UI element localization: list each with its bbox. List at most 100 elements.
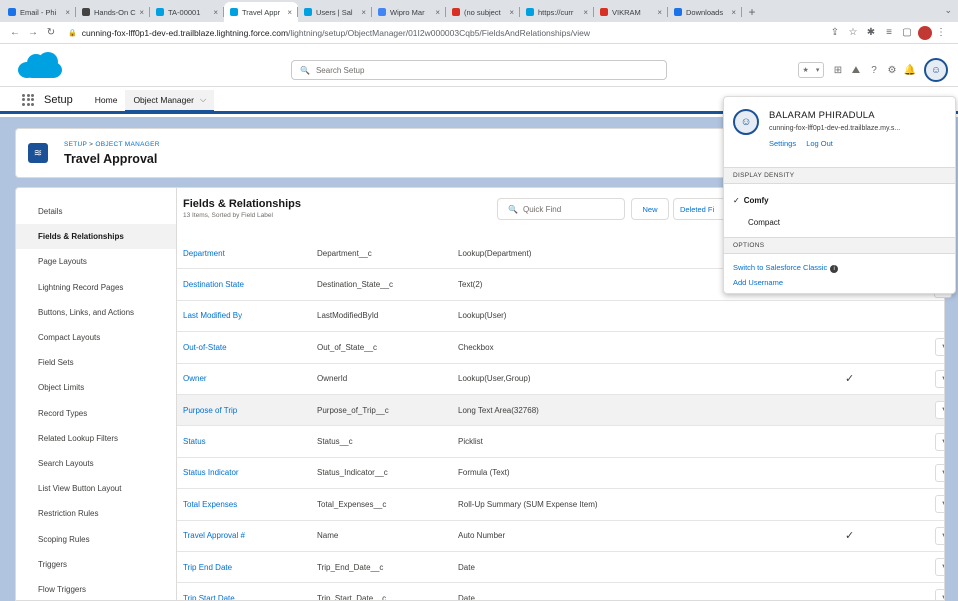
sidebar-item[interactable]: Buttons, Links, and Actions xyxy=(16,300,176,325)
browser-menu-icon[interactable]: ⋮ xyxy=(932,27,950,38)
sidebar-item[interactable]: Flow Triggers xyxy=(16,577,176,600)
row-actions-button[interactable]: ▼ xyxy=(935,558,944,577)
nav-tab-home[interactable]: Home xyxy=(87,88,126,111)
options-header: OPTIONS xyxy=(724,237,955,254)
add-username-link[interactable]: Add Username xyxy=(733,278,783,287)
row-actions-button[interactable]: ▼ xyxy=(935,432,944,451)
tab-close-icon[interactable]: × xyxy=(509,8,514,17)
field-label-link[interactable]: Trip End Date xyxy=(183,563,232,572)
density-compact-option[interactable]: Compact xyxy=(748,218,780,227)
nav-tab-object-manager[interactable]: Object Manager ⌵ xyxy=(125,89,215,113)
sidebar-item[interactable]: Record Types xyxy=(16,401,176,426)
trailhead-icon[interactable]: ⛰ xyxy=(848,62,864,78)
field-label-link[interactable]: Out-of-State xyxy=(183,343,227,352)
density-comfy-label: Comfy xyxy=(743,196,769,205)
row-actions-button[interactable]: ▼ xyxy=(935,338,944,357)
field-label-link[interactable]: Purpose of Trip xyxy=(183,406,237,415)
browser-tab[interactable]: VIKRAM × xyxy=(594,2,668,22)
global-actions-icon[interactable]: ⊞ xyxy=(830,62,846,78)
tab-close-icon[interactable]: × xyxy=(213,8,218,17)
notifications-bell-icon[interactable]: 🔔 xyxy=(902,62,918,78)
browser-tab[interactable]: Hands-On C × xyxy=(76,2,150,22)
new-tab-icon[interactable]: + xyxy=(742,2,762,22)
tab-close-icon[interactable]: × xyxy=(435,8,440,17)
sidebar-item[interactable]: Related Lookup Filters xyxy=(16,426,176,451)
quick-find-input[interactable]: 🔍 Quick Find xyxy=(497,198,625,220)
breadcrumb-object-manager[interactable]: OBJECT MANAGER xyxy=(95,141,159,148)
density-comfy-option[interactable]: ✓ Comfy xyxy=(733,196,769,205)
tab-search-icon[interactable]: ⌄ xyxy=(944,5,952,16)
sidebar-item[interactable]: Triggers xyxy=(16,552,176,577)
setup-search-input[interactable]: 🔍 Search Setup xyxy=(291,60,667,80)
field-label-link[interactable]: Total Expenses xyxy=(183,500,237,509)
sidebar-item[interactable]: Details xyxy=(16,199,176,224)
row-actions-button[interactable]: ▼ xyxy=(935,526,944,545)
sidebar-item[interactable]: Fields & Relationships xyxy=(16,224,176,250)
browser-tab[interactable]: Downloads × xyxy=(668,2,742,22)
tab-close-icon[interactable]: × xyxy=(657,8,662,17)
list-subtitle: 13 Items, Sorted by Field Label xyxy=(183,212,273,219)
gear-icon[interactable]: ⚙ xyxy=(884,62,900,78)
field-label-link[interactable]: Owner xyxy=(183,374,207,383)
field-label-link[interactable]: Trip Start Date xyxy=(183,594,235,600)
tab-favicon-icon xyxy=(82,8,90,16)
user-avatar-button[interactable]: ☺ xyxy=(924,58,948,82)
reading-list-icon[interactable]: ≡ xyxy=(880,27,898,38)
share-icon[interactable]: ⇪ xyxy=(826,27,844,38)
field-label-link[interactable]: Destination State xyxy=(183,280,244,289)
row-actions-button[interactable]: ▼ xyxy=(935,495,944,514)
row-actions-button[interactable]: ▼ xyxy=(935,369,944,388)
app-launcher-icon[interactable] xyxy=(22,93,34,106)
back-icon[interactable]: ← xyxy=(8,27,22,38)
extensions-icon[interactable]: ✱ xyxy=(862,27,880,38)
settings-link[interactable]: Settings xyxy=(769,139,796,148)
sidebar-item[interactable]: List View Button Layout xyxy=(16,476,176,501)
tab-close-icon[interactable]: × xyxy=(139,8,144,17)
tab-close-icon[interactable]: × xyxy=(731,8,736,17)
sidebar-item[interactable]: Object Limits xyxy=(16,375,176,400)
url-field[interactable]: 🔒 cunning-fox-lff0p1-dev-ed.trailblaze.l… xyxy=(62,24,826,42)
tab-close-icon[interactable]: × xyxy=(361,8,366,17)
browser-tab[interactable]: https://curr × xyxy=(520,2,594,22)
sidebar-item[interactable]: Page Layouts xyxy=(16,249,176,274)
logout-link[interactable]: Log Out xyxy=(806,139,833,148)
browser-tab[interactable]: TA-00001 × xyxy=(150,2,224,22)
tab-title: VIKRAM xyxy=(612,7,641,17)
favorites-button[interactable]: ★ ▾ xyxy=(798,62,824,78)
split-view-icon[interactable]: ▢ xyxy=(898,27,916,38)
browser-tab[interactable]: (no subject × xyxy=(446,2,520,22)
field-label-link[interactable]: Travel Approval # xyxy=(183,531,245,540)
sidebar-item[interactable]: Restriction Rules xyxy=(16,501,176,526)
sidebar-item[interactable]: Search Layouts xyxy=(16,451,176,476)
help-icon[interactable]: ? xyxy=(866,62,882,78)
sidebar-item[interactable]: Compact Layouts xyxy=(16,325,176,350)
browser-tab[interactable]: Email - Phi × xyxy=(2,2,76,22)
field-data-type: Auto Number xyxy=(458,531,506,541)
browser-tab[interactable]: Users | Sal × xyxy=(298,2,372,22)
field-label-link[interactable]: Status xyxy=(183,437,206,446)
tab-close-icon[interactable]: × xyxy=(583,8,588,17)
browser-tab[interactable]: Travel Appr × xyxy=(224,2,298,22)
field-label-link[interactable]: Status Indicator xyxy=(183,468,239,477)
sidebar-item[interactable]: Field Sets xyxy=(16,350,176,375)
sidebar-item[interactable]: Scoping Rules xyxy=(16,526,176,551)
salesforce-logo[interactable] xyxy=(18,52,62,80)
new-field-button[interactable]: New xyxy=(631,198,669,220)
breadcrumb-setup[interactable]: SETUP xyxy=(64,141,87,148)
bookmark-star-icon[interactable]: ☆ xyxy=(844,27,862,38)
forward-icon[interactable]: → xyxy=(26,27,40,38)
reload-icon[interactable]: ↻ xyxy=(44,27,58,38)
nav-tab-object-manager-label: Object Manager xyxy=(133,94,194,105)
switch-classic-link[interactable]: Switch to Salesforce Classic i xyxy=(733,263,839,273)
browser-tab[interactable]: Wipro Mar × xyxy=(372,2,446,22)
row-actions-button[interactable]: ▼ xyxy=(935,589,944,600)
sidebar-item[interactable]: Lightning Record Pages xyxy=(16,275,176,300)
row-actions-button[interactable]: ▼ xyxy=(935,401,944,420)
tab-close-icon[interactable]: × xyxy=(65,8,70,17)
field-label-link[interactable]: Department xyxy=(183,249,225,258)
field-label-link[interactable]: Last Modified By xyxy=(183,311,242,320)
browser-profile-avatar[interactable] xyxy=(918,25,932,40)
tab-close-icon[interactable]: × xyxy=(287,8,292,17)
chevron-down-icon[interactable]: ⌵ xyxy=(200,94,206,105)
row-actions-button[interactable]: ▼ xyxy=(935,463,944,482)
